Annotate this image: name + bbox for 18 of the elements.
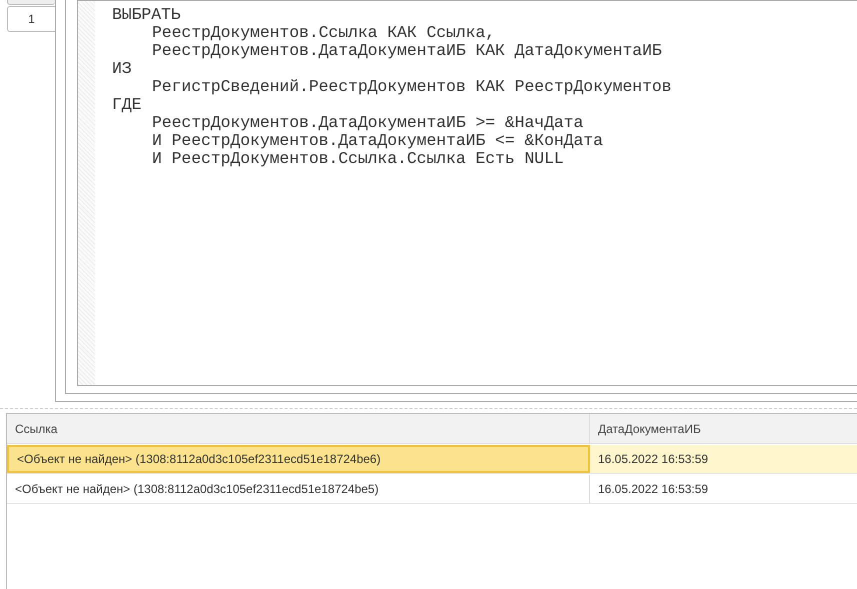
query-line: РеестрДокументов.ДатаДокументаИБ >= &НачДата xyxy=(152,114,584,132)
table-row[interactable]: <Объект не найден> (1308:8112a0d3c105ef2311ecd51e18724be6) 16.05.2022 16:53:59 xyxy=(7,445,857,474)
table-cell: <Объект не найден> (1308:8112a0d3c105ef2311ecd51e18724be6) xyxy=(7,445,590,473)
table-row[interactable]: <Объект не найден> (1308:8112a0d3c105ef2311ecd51e18724be5) 16.05.2022 16:53:59 xyxy=(7,475,857,504)
query-line: ГДЕ xyxy=(112,96,142,114)
query-line: И РеестрДокументов.Ссылка.Ссылка Есть NULL xyxy=(152,150,564,168)
table-cell: <Объект не найден> (1308:8112a0d3c105ef2311ecd51e18724be5) xyxy=(7,475,590,503)
query-line: И РеестрДокументов.ДатаДокументаИБ <= &КонДата xyxy=(152,132,603,150)
table-cell: 16.05.2022 16:53:59 xyxy=(590,445,857,473)
query-line: ИЗ xyxy=(112,60,132,78)
tab[interactable]: 1 xyxy=(7,6,55,32)
column-header[interactable]: Ссылка xyxy=(7,414,590,443)
query-line: РегистрСведений.РеестрДокументов КАК РеестрДокументов xyxy=(152,78,672,96)
query-line: РеестрДокументов.Ссылка КАК Ссылка, xyxy=(152,24,496,42)
table-cell-text: 16.05.2022 16:53:59 xyxy=(597,481,710,498)
column-header[interactable]: ДатаДокументаИБ xyxy=(590,414,857,443)
query-line: ВЫБРАТЬ xyxy=(112,6,181,24)
query-line: РеестрДокументов.ДатаДокументаИБ КАК ДатаДокументаИБ xyxy=(152,42,662,60)
